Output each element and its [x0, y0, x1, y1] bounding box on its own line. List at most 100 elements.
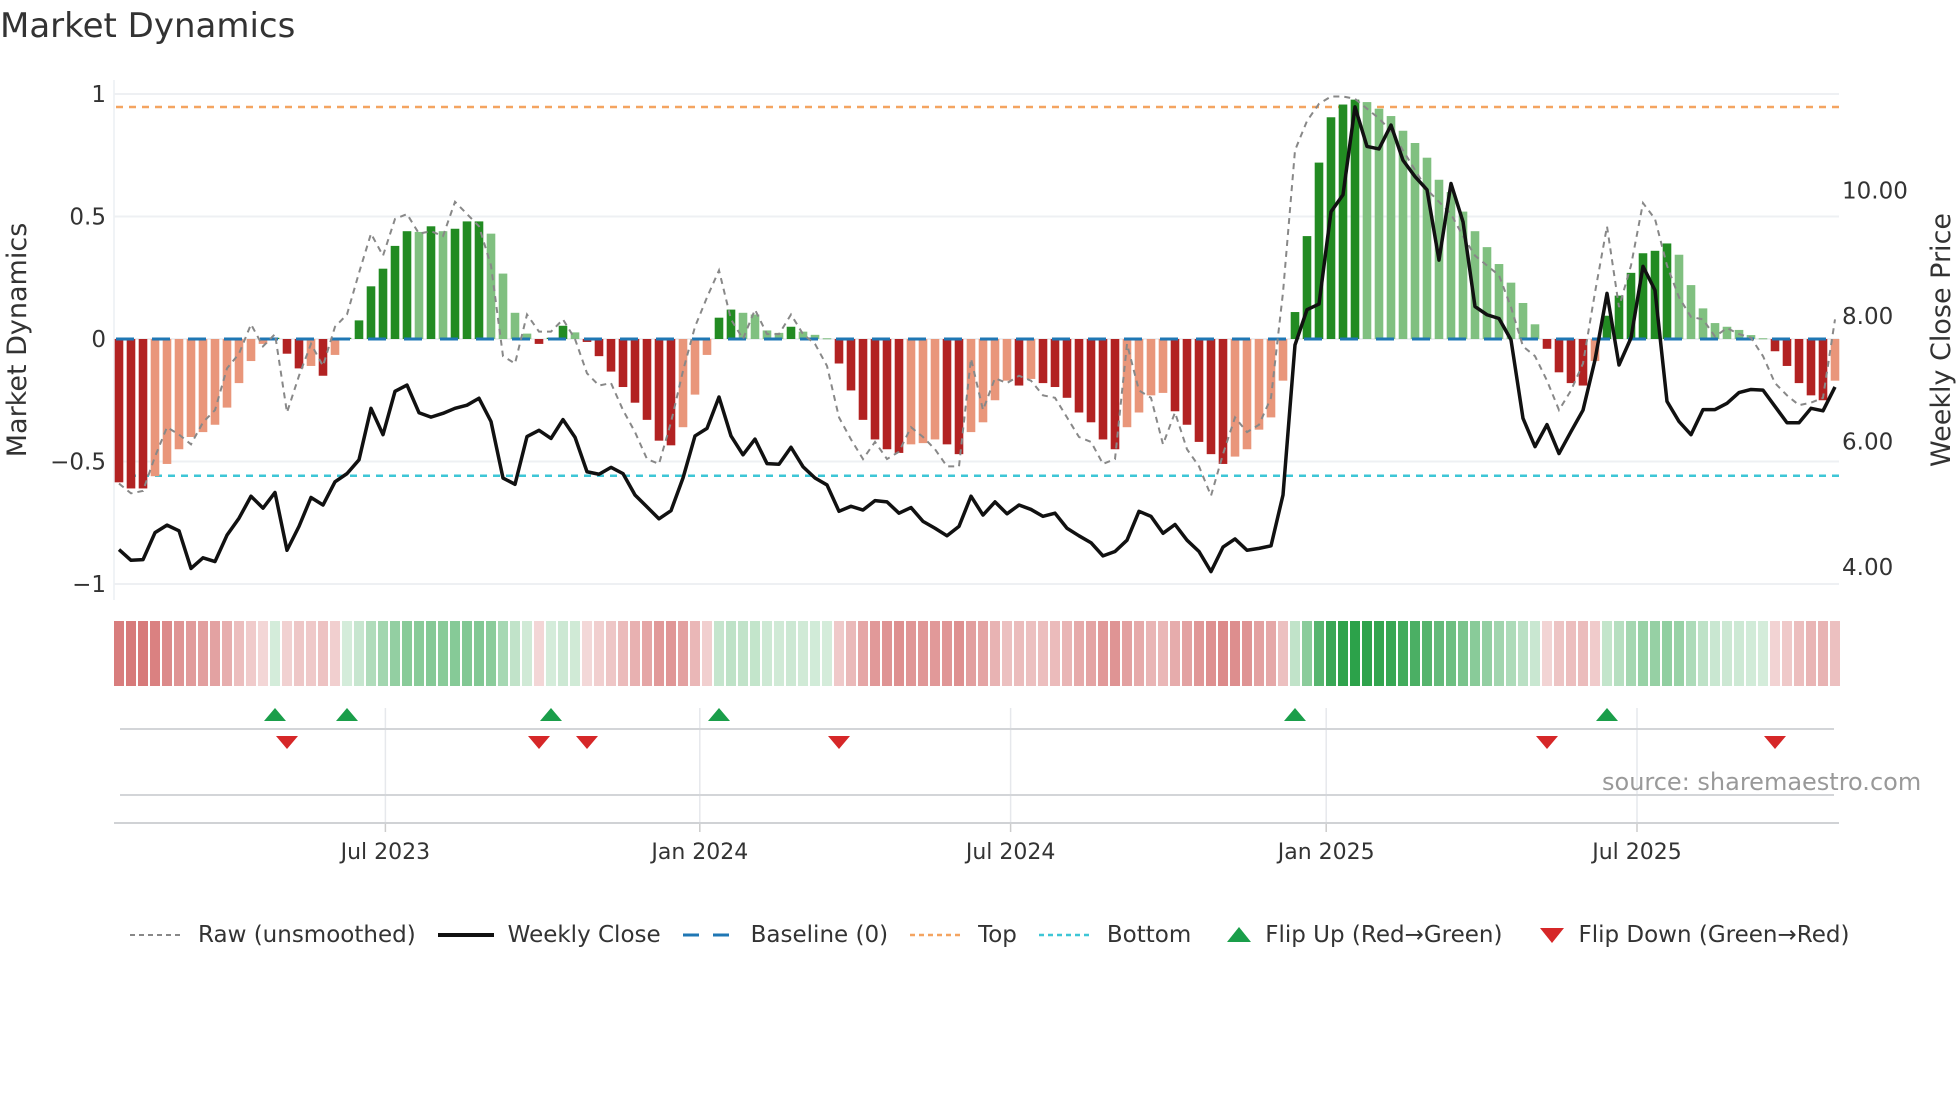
heat-strip-cell — [1314, 621, 1324, 686]
heat-strip-cell — [126, 621, 136, 686]
heat-strip-cell — [426, 621, 436, 686]
heat-strip-cell — [1554, 621, 1564, 686]
heat-strip-cell — [294, 621, 304, 686]
dynamics-bar — [1686, 285, 1696, 339]
dynamics-bar — [882, 339, 892, 450]
heat-strip-cell — [438, 621, 448, 686]
heat-strip-cell — [198, 621, 208, 686]
dynamics-bar — [1026, 339, 1036, 379]
dynamics-bar — [1278, 339, 1288, 381]
dynamics-bar — [1314, 162, 1324, 339]
heat-strip-cell — [1110, 621, 1120, 686]
flip-down-marker — [828, 736, 850, 749]
heat-strip-cell — [510, 621, 520, 686]
dynamics-bar — [618, 339, 628, 388]
heat-strip-cell — [498, 621, 508, 686]
legend-label: Baseline (0) — [750, 922, 889, 948]
dynamics-bar — [930, 339, 940, 440]
raw-line — [118, 95, 1836, 499]
heat-strip-cell — [258, 621, 268, 686]
triangle-up-icon — [1227, 927, 1252, 942]
heat-strip-cell — [1518, 621, 1528, 686]
heat-strip-cell — [222, 621, 232, 686]
heat-strip-cell — [234, 621, 244, 686]
heat-strip-cell — [1614, 621, 1624, 686]
dynamics-bar — [414, 231, 424, 339]
y2-tick-label: 10.00 — [1842, 178, 1908, 204]
y2-axis-label: Weekly Close Price — [1926, 213, 1957, 467]
flip-up-marker — [264, 708, 286, 721]
dynamics-bar — [594, 339, 604, 357]
heat-strip-cell — [546, 621, 556, 686]
dynamics-bar — [534, 339, 544, 344]
dynamics-bar — [822, 338, 832, 340]
dynamics-bar — [1782, 339, 1792, 366]
dynamics-bar — [474, 221, 484, 339]
heat-strip-cell — [1218, 621, 1228, 686]
heat-strip-cell — [690, 621, 700, 686]
heat-strip-cell — [1566, 621, 1576, 686]
heat-strip-cell — [1506, 621, 1516, 686]
dynamics-bar — [1554, 339, 1564, 373]
dynamics-bar — [1518, 302, 1528, 339]
dynamics-bar — [174, 339, 184, 450]
heat-strip-cell — [378, 621, 388, 686]
heat-strip-cell — [810, 621, 820, 686]
dynamics-bar — [282, 339, 292, 354]
y2-tick-label: 8.00 — [1842, 304, 1893, 330]
dynamics-bar — [114, 339, 124, 483]
heat-strip-cell — [930, 621, 940, 686]
heat-strip-cell — [282, 621, 292, 686]
y2-tick-label: 4.00 — [1842, 555, 1893, 581]
heat-strip-cell — [762, 621, 772, 686]
heat-strip-cell — [1086, 621, 1096, 686]
heat-strip-cell — [486, 621, 496, 686]
dynamics-bar — [1770, 339, 1780, 352]
heat-strip-cell — [1770, 621, 1780, 686]
flip-down-marker — [1764, 736, 1786, 749]
heat-strip-cell — [150, 621, 160, 686]
y-tick-label: 0.5 — [69, 205, 106, 231]
heat-strip-cell — [1050, 621, 1060, 686]
heat-strip-cell — [186, 621, 196, 686]
dynamics-bar — [450, 228, 460, 339]
dynamics-bar — [1086, 339, 1096, 423]
heat-strip-cell — [846, 621, 856, 686]
heat-strip-cell — [1434, 621, 1444, 686]
close-line-swatch — [437, 933, 494, 937]
heat-strip-cell — [1710, 621, 1720, 686]
dynamics-bar — [1494, 264, 1504, 339]
heat-strip-cell — [654, 621, 664, 686]
dynamics-bar — [1830, 339, 1840, 381]
dynamics-bar — [462, 221, 472, 339]
legend-label: Weekly Close — [507, 922, 661, 948]
heat-strip-cell — [594, 621, 604, 686]
dynamics-bar — [1446, 192, 1456, 339]
flip-down-marker — [276, 736, 298, 749]
heat-strip-cell — [786, 621, 796, 686]
heat-strip-cell — [666, 621, 676, 686]
heat-strip-cell — [774, 621, 784, 686]
heat-strip-cell — [1254, 621, 1264, 686]
heat-strip-cell — [978, 621, 988, 686]
heat-strip-cell — [1782, 621, 1792, 686]
heat-strip-cell — [1182, 621, 1192, 686]
heat-strip-cell — [1446, 621, 1456, 686]
baseline-swatch — [682, 933, 737, 937]
dynamics-bar — [1662, 243, 1672, 339]
dynamics-bar — [1206, 339, 1216, 455]
heat-strip-cell — [1266, 621, 1276, 686]
heat-strip-cell — [606, 621, 616, 686]
heat-strip-cell — [1422, 621, 1432, 686]
heat-strip-cell — [1002, 621, 1012, 686]
heat-strip-cell — [630, 621, 640, 686]
x-tick-label: Jul 2024 — [964, 840, 1056, 865]
dynamics-bar — [366, 286, 376, 339]
legend-item-raw: Raw (unsmoothed) — [128, 922, 416, 948]
dynamics-bar — [702, 339, 712, 355]
heat-strip-cell — [1578, 621, 1588, 686]
heat-strip-cell — [162, 621, 172, 686]
heat-strip-cell — [1590, 621, 1600, 686]
heat-strip-cell — [342, 621, 352, 686]
dynamics-bar — [1806, 339, 1816, 396]
